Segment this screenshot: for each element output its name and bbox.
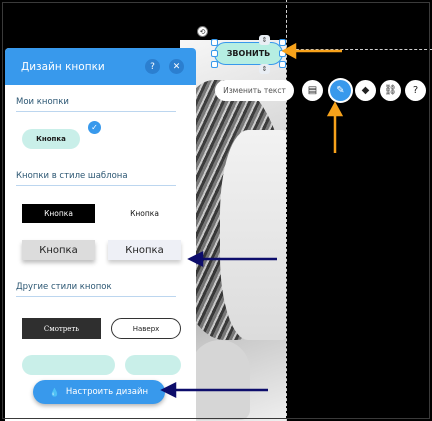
editor-stage: Дизайн кнопки ? ✕ Мои кнопки Кнопка ✓ Кн… [0,0,432,421]
screenshot-frame [2,2,430,419]
